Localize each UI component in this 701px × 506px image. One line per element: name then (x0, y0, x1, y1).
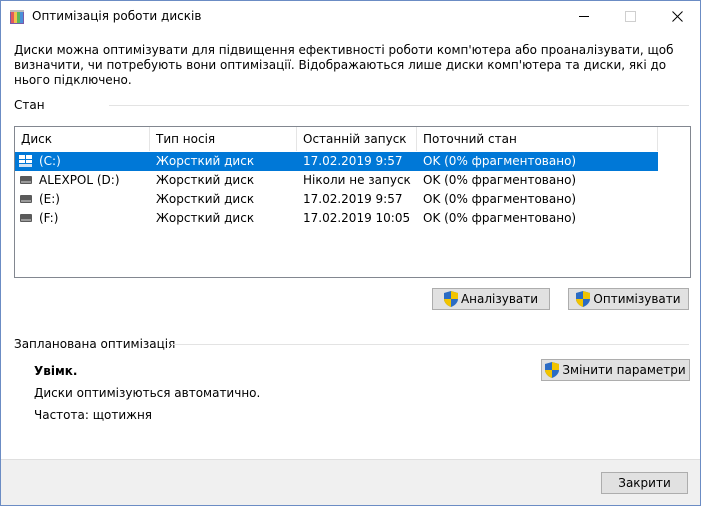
drive-last-run: 17.02.2019 9:57 (303, 154, 403, 168)
uac-shield-icon (576, 291, 591, 307)
change-settings-button[interactable]: Змінити параметри (541, 359, 690, 381)
drive-icon (20, 195, 32, 203)
schedule-separator (171, 344, 689, 345)
status-separator (109, 105, 689, 106)
analyze-label: Аналізувати (460, 292, 539, 306)
uac-shield-icon (443, 291, 458, 307)
drive-last-run: Ніколи не запуск... (303, 173, 411, 187)
list-header: Диск Тип носія Останній запуск Поточний … (15, 127, 690, 151)
drive-row-e[interactable]: (E:) Жорсткий диск 17.02.2019 9:57 OK (0… (15, 190, 658, 209)
close-label: Закрити (618, 476, 671, 490)
description-text: Диски можна оптимізувати для підвищення … (14, 43, 674, 87)
drive-name: ALEXPOL (D:) (39, 173, 120, 187)
drive-media: Жорсткий диск (156, 192, 255, 206)
column-header-last-run[interactable]: Останній запуск (297, 127, 417, 151)
close-icon (671, 10, 683, 22)
analyze-button[interactable]: Аналізувати (432, 288, 550, 310)
drive-name: (C:) (39, 154, 61, 168)
minimize-icon (579, 15, 589, 17)
close-window-button[interactable] (654, 1, 700, 31)
drive-media: Жорсткий диск (156, 154, 255, 168)
drive-last-run: 17.02.2019 10:05 (303, 211, 411, 225)
drive-row-c[interactable]: (C:) Жорсткий диск 17.02.2019 9:57 OK (0… (15, 152, 658, 171)
close-button[interactable]: Закрити (601, 472, 688, 494)
schedule-section-label: Запланована оптимізація (14, 337, 176, 351)
schedule-auto-text: Диски оптимізуються автоматично. (34, 386, 261, 400)
drive-name: (E:) (39, 192, 60, 206)
schedule-frequency: Частота: щотижня (34, 408, 153, 422)
drive-last-run: 17.02.2019 9:57 (303, 192, 403, 206)
uac-shield-icon (545, 362, 560, 378)
drive-icon (20, 176, 32, 184)
optimize-button[interactable]: Оптимізувати (568, 288, 689, 310)
drive-media: Жорсткий диск (156, 211, 255, 225)
drive-row-f[interactable]: (F:) Жорсткий диск 17.02.2019 10:05 OK (… (15, 209, 658, 228)
minimize-button[interactable] (561, 1, 607, 31)
drive-icon (20, 214, 32, 222)
column-header-disk[interactable]: Диск (15, 127, 150, 151)
footer-bar: Закрити (1, 459, 700, 505)
maximize-button[interactable] (607, 1, 653, 31)
window-title: Оптимізація роботи дисків (32, 9, 202, 23)
drive-row-d[interactable]: ALEXPOL (D:) Жорсткий диск Ніколи не зап… (15, 171, 658, 190)
optimize-label: Оптимізувати (593, 292, 681, 306)
defrag-window: Оптимізація роботи дисків Диски можна оп… (0, 0, 701, 506)
status-section-label: Стан (14, 98, 45, 112)
defrag-app-icon (10, 10, 24, 24)
windows-drive-icon (19, 155, 32, 167)
maximize-icon (624, 10, 636, 22)
schedule-state: Увімк. (34, 364, 78, 378)
title-bar[interactable]: Оптимізація роботи дисків (1, 1, 700, 31)
column-header-status[interactable]: Поточний стан (417, 127, 658, 151)
drive-status: OK (0% фрагментовано) (423, 192, 577, 206)
change-settings-label: Змінити параметри (562, 363, 686, 377)
column-header-media[interactable]: Тип носія (150, 127, 297, 151)
drive-media: Жорсткий диск (156, 173, 255, 187)
drive-status: OK (0% фрагментовано) (423, 211, 577, 225)
drive-status: OK (0% фрагментовано) (423, 154, 577, 168)
drive-name: (F:) (39, 211, 59, 225)
drive-status: OK (0% фрагментовано) (423, 173, 577, 187)
drives-list[interactable]: Диск Тип носія Останній запуск Поточний … (14, 126, 691, 278)
